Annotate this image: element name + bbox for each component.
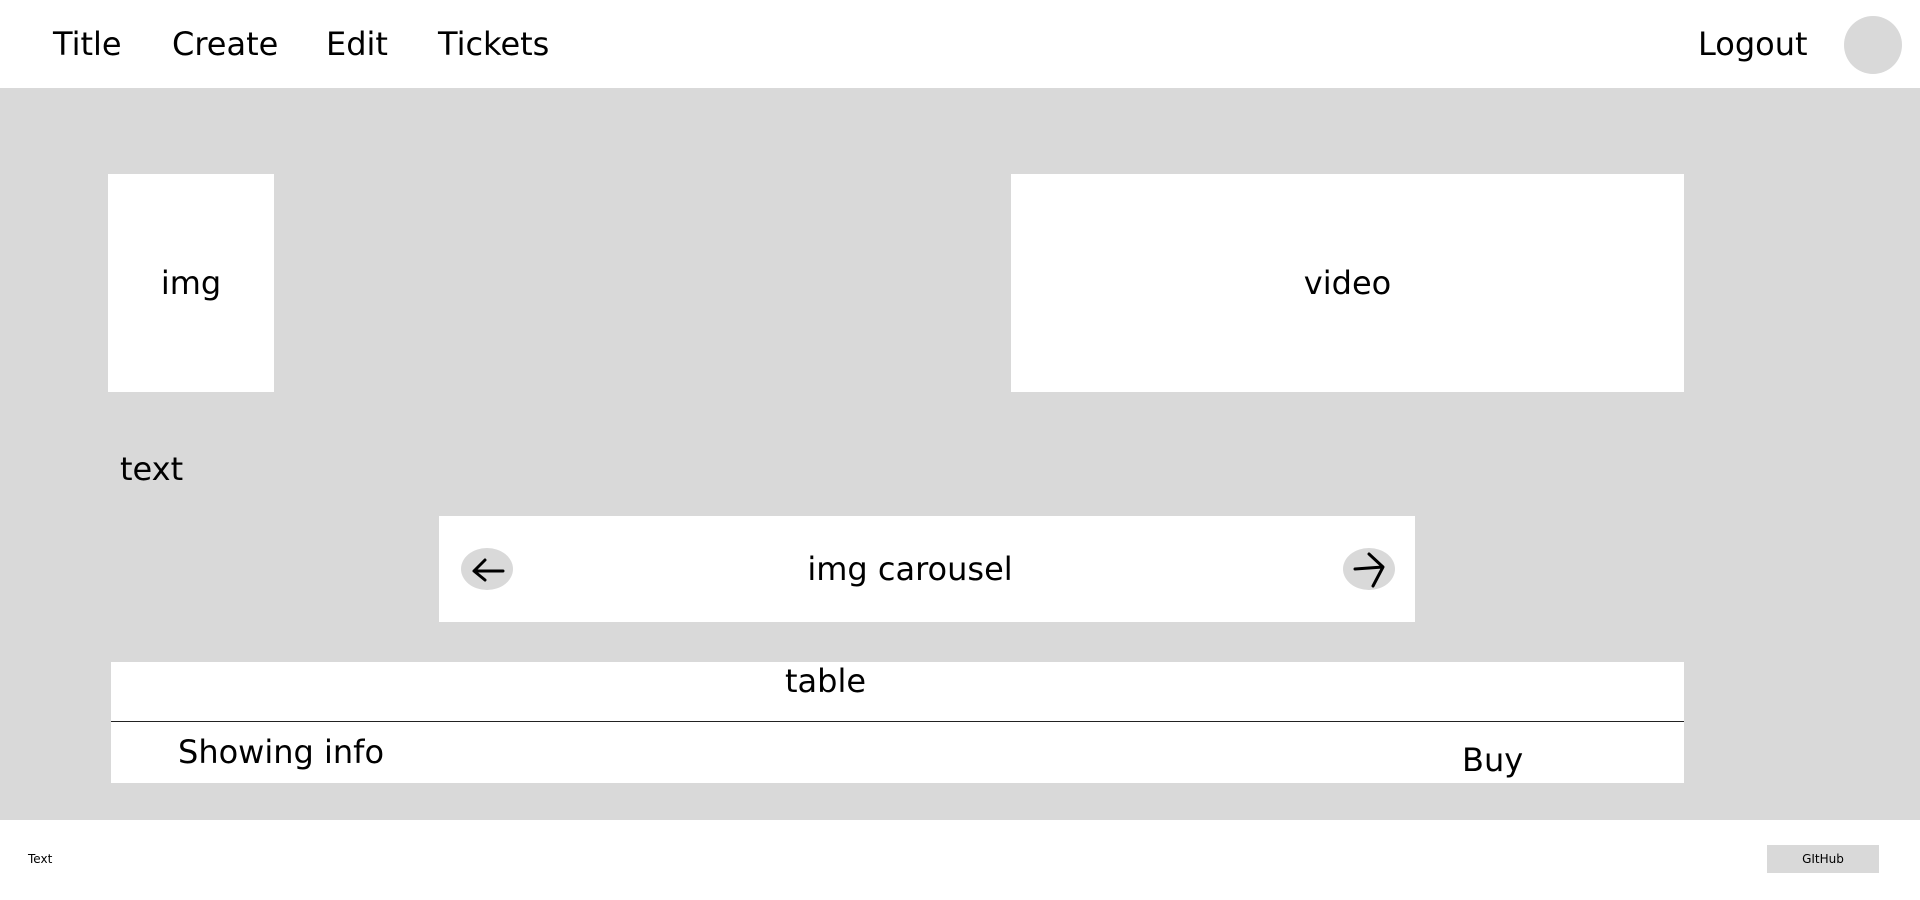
table-header: table [111,662,1684,722]
image-carousel[interactable]: img carousel [439,516,1415,622]
carousel-next-button[interactable] [1343,548,1395,590]
table-title: table [784,662,867,700]
avatar[interactable] [1844,16,1902,74]
top-nav-bar: Title Create Edit Tickets Logout [0,0,1920,88]
nav-tickets[interactable]: Tickets [438,22,549,66]
nav-create[interactable]: Create [172,22,278,66]
arrow-right-icon [1353,552,1385,588]
video-placeholder-label: video [1303,264,1392,302]
footer: Text GItHub [0,820,1920,900]
carousel-label: img carousel [807,550,1013,588]
image-placeholder: img [108,174,274,392]
nav-title[interactable]: Title [53,22,122,66]
video-player[interactable]: video [1011,174,1684,392]
arrow-left-icon [472,558,505,582]
data-table: table Showing info Buy [111,662,1684,783]
logout-button[interactable]: Logout [1698,22,1808,66]
image-placeholder-label: img [160,264,222,302]
github-button[interactable]: GItHub [1767,845,1879,873]
text-block: text [120,450,184,488]
footer-text: Text [28,852,53,866]
buy-button[interactable]: Buy [1462,740,1523,780]
nav-edit[interactable]: Edit [326,22,388,66]
carousel-prev-button[interactable] [461,548,513,590]
main-content: img video text img carousel table Showin… [0,88,1920,820]
table-info-text: Showing info [178,733,385,771]
